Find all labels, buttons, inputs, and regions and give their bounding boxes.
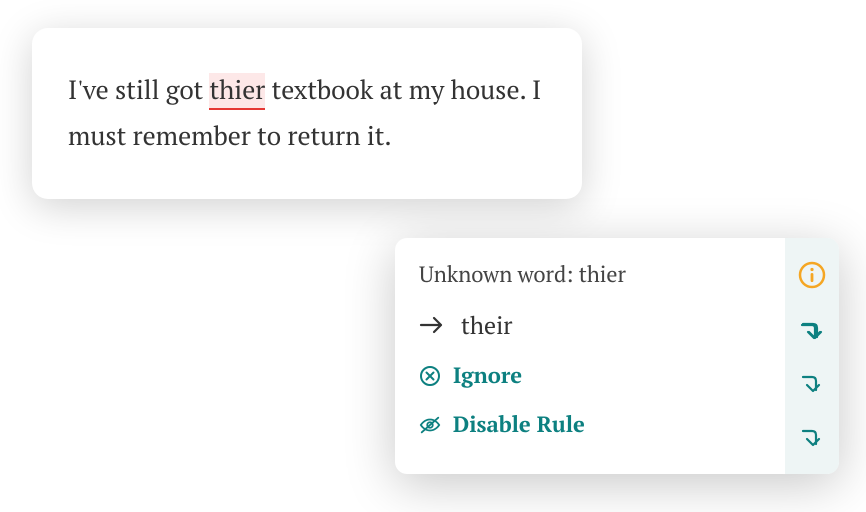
popup-title: Unknown word: thier: [419, 260, 767, 289]
enter-down-icon[interactable]: [800, 428, 824, 452]
text-before: I've still got: [68, 73, 209, 107]
misspelled-word[interactable]: thier: [209, 73, 265, 110]
ignore-label: Ignore: [453, 361, 522, 390]
suggestion-text: their: [461, 309, 513, 341]
spellcheck-popup: Unknown word: thier their Ignore: [395, 238, 839, 474]
editor-text-card: I've still got thier textbook at my hous…: [32, 28, 582, 199]
editor-text[interactable]: I've still got thier textbook at my hous…: [68, 68, 542, 159]
suggestion-row[interactable]: their: [419, 309, 767, 341]
disable-rule-button[interactable]: Disable Rule: [419, 410, 767, 439]
enter-down-icon[interactable]: [800, 320, 824, 344]
popup-sidebar: [785, 238, 839, 474]
close-circle-icon: [419, 365, 441, 387]
eye-off-icon: [419, 414, 441, 436]
enter-down-icon[interactable]: [800, 374, 824, 398]
popup-main: Unknown word: thier their Ignore: [395, 238, 785, 474]
info-icon[interactable]: [797, 260, 827, 290]
disable-label: Disable Rule: [453, 410, 585, 439]
ignore-button[interactable]: Ignore: [419, 361, 767, 390]
arrow-right-icon: [419, 315, 445, 335]
